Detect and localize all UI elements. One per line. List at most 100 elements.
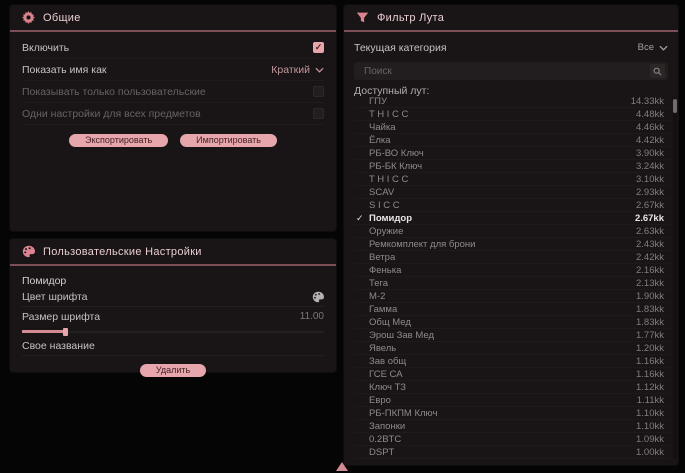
loot-item-value: 1.10kk bbox=[636, 421, 664, 432]
show-name-as-select[interactable]: Краткий bbox=[271, 64, 324, 76]
loot-item-value: 1.90kk bbox=[636, 291, 664, 302]
loot-item-value: 2.42kk bbox=[636, 252, 664, 263]
loot-item-name: S I C C bbox=[369, 200, 400, 211]
search-icon[interactable] bbox=[650, 64, 665, 78]
export-button[interactable]: Экспортировать bbox=[69, 134, 168, 147]
loot-list-item[interactable]: ✓ Запонки 1.10kk bbox=[354, 420, 670, 433]
loot-list-item[interactable]: ✓ РБ-БК Ключ 3.24kk bbox=[354, 160, 670, 173]
loot-list-item[interactable]: ✓ Общ Мед 1.83kk bbox=[354, 316, 670, 329]
loot-list-item[interactable]: ✓ Фенька 2.16kk bbox=[354, 264, 670, 277]
funnel-icon bbox=[356, 11, 369, 24]
font-size-label: Размер шрифта bbox=[22, 311, 100, 323]
loot-list-item[interactable]: ✓ М-2 1.90kk bbox=[354, 290, 670, 303]
loot-list: ✓ ГПУ 14.33kk ✓ T H I C C 4.48kk ✓ Чайка… bbox=[354, 95, 670, 462]
only-custom-label: Показывать только пользовательские bbox=[22, 86, 206, 98]
menu-collapse-arrow-icon[interactable] bbox=[336, 462, 348, 471]
custom-name-label: Свое название bbox=[22, 340, 95, 352]
loot-item-name: Ёлка bbox=[369, 135, 391, 146]
search-input[interactable] bbox=[362, 65, 650, 78]
loot-item-value: 1.83kk bbox=[636, 317, 664, 328]
loot-list-item[interactable]: ✓ ГСЕ СА 1.16kk bbox=[354, 368, 670, 381]
loot-list-scrollbar[interactable] bbox=[673, 97, 677, 459]
loot-list-item[interactable]: ✓ Помидор 2.67kk bbox=[354, 212, 670, 225]
show-name-as-label: Показать имя как bbox=[22, 64, 107, 76]
loot-list-item[interactable]: ✓ Эрош Зав Мед 1.77kk bbox=[354, 329, 670, 342]
loot-list-item[interactable]: ✓ Гамма 1.83kk bbox=[354, 303, 670, 316]
category-select[interactable]: Все bbox=[638, 42, 668, 53]
general-panel-header: Общие bbox=[10, 5, 336, 32]
loot-item-name: Явель bbox=[369, 343, 396, 354]
loot-list-item[interactable]: ✓ T H I C C 3.10kk bbox=[354, 173, 670, 186]
loot-item-name: РБ-ВО Ключ bbox=[369, 148, 424, 159]
scrollbar-handle[interactable] bbox=[673, 99, 677, 113]
loot-item-name: ГСЕ СА bbox=[369, 369, 403, 380]
loot-list-item[interactable]: ✓ Явель 1.20kk bbox=[354, 342, 670, 355]
loot-item-value: 1.16kk bbox=[636, 356, 664, 367]
loot-item-name: РБ-ПКПМ Ключ bbox=[369, 408, 437, 419]
custom-name-input[interactable] bbox=[105, 339, 324, 352]
loot-item-name: SCAV bbox=[369, 187, 394, 198]
loot-filter-title: Фильтр Лута bbox=[377, 12, 444, 24]
slider-handle[interactable] bbox=[63, 328, 68, 336]
loot-list-item[interactable]: ✓ Евро 1.11kk bbox=[354, 394, 670, 407]
same-settings-label: Одни настройки для всех предметов bbox=[22, 108, 201, 120]
loot-list-item[interactable]: ✓ Ремкомплект для брони 2.43kk bbox=[354, 238, 670, 251]
loot-item-name: Ключ ТЗ bbox=[369, 382, 406, 393]
loot-list-item[interactable]: ✓ Оружие 2.63kk bbox=[354, 225, 670, 238]
loot-item-value: 1.10kk bbox=[636, 408, 664, 419]
import-button[interactable]: Импортировать bbox=[180, 134, 277, 147]
category-value: Все bbox=[638, 42, 654, 53]
loot-list-item[interactable]: ✓ Тега 2.13kk bbox=[354, 277, 670, 290]
loot-item-name: Оружие bbox=[369, 226, 403, 237]
loot-item-value: 14.33kk bbox=[631, 96, 664, 107]
loot-item-name: РБ-БК Ключ bbox=[369, 161, 422, 172]
loot-list-item[interactable]: ✓ SCAV 2.93kk bbox=[354, 186, 670, 199]
loot-list-item[interactable]: ✓ Ветра 2.42kk bbox=[354, 251, 670, 264]
loot-list-item[interactable]: ✓ Чайка 4.46kk bbox=[354, 121, 670, 134]
custom-name-row: Свое название bbox=[22, 336, 324, 356]
loot-item-name: T H I C C bbox=[369, 174, 408, 185]
loot-list-item[interactable]: ✓ РБ-ВО Ключ 3.90kk bbox=[354, 147, 670, 160]
loot-item-value: 2.13kk bbox=[636, 278, 664, 289]
font-size-row: Размер шрифта 11.00 bbox=[22, 307, 324, 326]
custom-settings-header: Пользовательские Настройки bbox=[10, 239, 336, 266]
setting-row-enable: Включить ✓ bbox=[22, 37, 324, 59]
same-settings-checkbox[interactable] bbox=[313, 108, 324, 119]
loot-list-item[interactable]: ✓ S I C C 2.67kk bbox=[354, 199, 670, 212]
loot-list-item[interactable]: ✓ Зав общ 1.16kk bbox=[354, 355, 670, 368]
loot-list-item[interactable]: ✓ T H I C C 4.48kk bbox=[354, 108, 670, 121]
loot-item-value: 2.43kk bbox=[636, 239, 664, 250]
loot-item-value: 1.00kk bbox=[636, 447, 664, 458]
chevron-down-icon bbox=[659, 45, 668, 51]
loot-item-value: 2.67kk bbox=[635, 213, 664, 224]
palette-icon bbox=[22, 245, 35, 258]
loot-item-value: 4.48kk bbox=[636, 109, 664, 120]
custom-settings-title: Пользовательские Настройки bbox=[43, 246, 202, 258]
only-custom-checkbox[interactable] bbox=[313, 86, 324, 97]
loot-item-name: Эрош Зав Мед bbox=[369, 330, 434, 341]
loot-list-item[interactable]: ✓ РБ-ПКПМ Ключ 1.10kk bbox=[354, 407, 670, 420]
loot-item-name: Запонки bbox=[369, 421, 405, 432]
loot-item-value: 3.24kk bbox=[636, 161, 664, 172]
loot-filter-header: Фильтр Лута bbox=[344, 5, 678, 32]
loot-list-item[interactable]: ✓ ГПУ 14.33kk bbox=[354, 95, 670, 108]
font-size-slider[interactable] bbox=[22, 327, 324, 336]
category-row: Текущая категория Все bbox=[354, 37, 668, 58]
enable-checkbox[interactable]: ✓ bbox=[313, 42, 324, 53]
custom-settings-panel: Пользовательские Настройки Помидор Цвет … bbox=[10, 239, 336, 372]
loot-item-name: DSPT bbox=[369, 447, 394, 458]
loot-list-item[interactable]: ✓ DSPT 1.00kk bbox=[354, 446, 670, 459]
loot-list-item[interactable]: ✓ 0.2BTC 1.09kk bbox=[354, 433, 670, 446]
loot-item-name: Ветра bbox=[369, 252, 395, 263]
loot-list-item[interactable]: ✓ Ключ ТЗ 1.12kk bbox=[354, 381, 670, 394]
font-size-value: 11.00 bbox=[300, 311, 324, 322]
font-color-label: Цвет шрифта bbox=[22, 291, 88, 303]
color-picker-icon[interactable] bbox=[312, 291, 324, 303]
delete-button[interactable]: Удалить bbox=[140, 364, 206, 377]
loot-item-value: 1.09kk bbox=[636, 434, 664, 445]
loot-filter-panel: Фильтр Лута Текущая категория Все Доступ… bbox=[344, 5, 678, 465]
loot-item-value: 3.90kk bbox=[636, 148, 664, 159]
general-panel: Общие Включить ✓ Показать имя как Кратки… bbox=[10, 5, 336, 231]
loot-item-value: 2.16kk bbox=[636, 265, 664, 276]
loot-list-item[interactable]: ✓ Ёлка 4.42kk bbox=[354, 134, 670, 147]
